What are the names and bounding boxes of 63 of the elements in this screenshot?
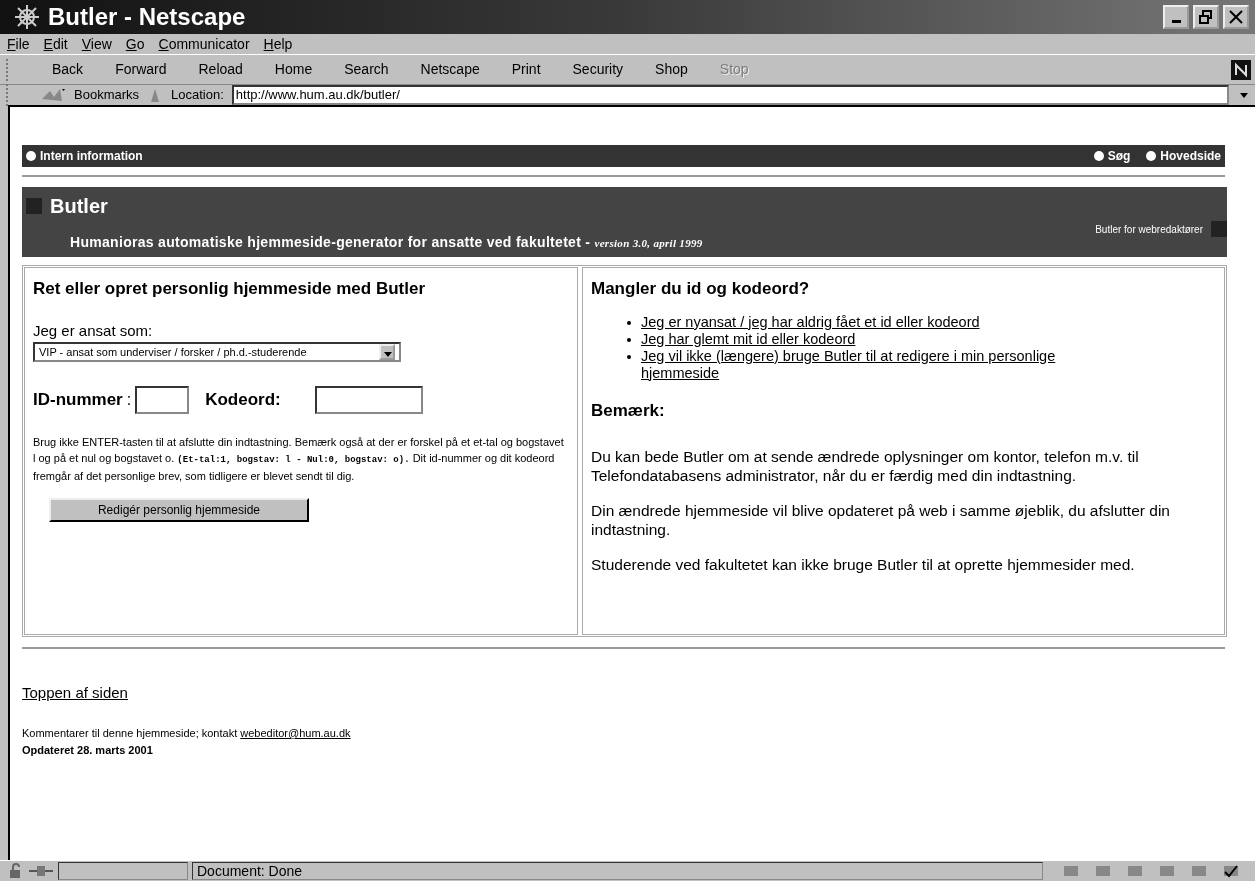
- nav-link[interactable]: Hovedside: [1146, 147, 1221, 165]
- toolbar-button[interactable]: Print: [499, 59, 553, 80]
- info-paragraph: Din ændrede hjemmeside vil blive opdateret på web i samme øjeblik, du afslutter din indtastning.: [591, 501, 1171, 539]
- restore-button[interactable]: [1193, 5, 1219, 29]
- bullet-icon: [627, 354, 631, 359]
- panel-heading: Ret eller opret personlig hjemmeside med Butler: [33, 278, 427, 300]
- panel-heading: Mangler du id og kodeord?: [591, 278, 811, 300]
- field-label: Jeg er ansat som:: [33, 320, 154, 341]
- field-label: ID-nummer: [33, 389, 123, 412]
- menu-item[interactable]: Go: [118, 33, 152, 55]
- menu-item[interactable]: Edit: [36, 33, 75, 55]
- minimize-icon: [1171, 20, 1181, 23]
- bookmarks-button[interactable]: Bookmarks: [74, 85, 140, 105]
- toolbar-button[interactable]: Reload: [186, 59, 255, 80]
- toolbar-button[interactable]: Shop: [643, 59, 700, 80]
- toolbar-button[interactable]: Netscape: [408, 59, 492, 80]
- editors-link[interactable]: Butler for webredaktører: [1095, 222, 1203, 237]
- status-text: Document: Done: [197, 862, 303, 879]
- employee-type-select[interactable]: VIP - ansat som underviser / forsker / ph.d.-studerende: [33, 342, 401, 362]
- url-field[interactable]: http://www.hum.au.dk/butler/: [231, 85, 1229, 105]
- window-title: Butler - Netscape: [48, 2, 246, 32]
- restore-icon: [1199, 10, 1213, 24]
- toolbar-button[interactable]: Search: [332, 59, 401, 80]
- toolbar-button[interactable]: Home: [262, 59, 325, 80]
- menu-item[interactable]: File: [0, 33, 37, 55]
- id-field[interactable]: [135, 386, 190, 414]
- toolbar-button[interactable]: Back: [40, 59, 96, 80]
- help-link[interactable]: Jeg er nyansat / jeg har aldrig fået et id eller kodeord: [641, 313, 980, 331]
- toolbar-button[interactable]: Security: [560, 59, 636, 80]
- page-title: Butler: [50, 194, 108, 219]
- minimize-button[interactable]: [1163, 5, 1189, 29]
- wheel-logo-icon: [14, 4, 40, 30]
- field-label: Kodeord:: [205, 389, 282, 412]
- info-paragraph: Du kan bede Butler om at sende ændrede oplysninger om kontor, telefon m.v. til Telefondatabasens administrator, når du er færdig med din indtastning.: [591, 447, 1140, 485]
- bullet-icon: [627, 337, 631, 342]
- info-paragraph: Studerende ved fakultetet kan ikke bruge Butler til at oprette hjemmesider med.: [591, 555, 1136, 574]
- bullet-icon: [627, 320, 631, 325]
- square-icon: [1211, 221, 1227, 237]
- nav-link[interactable]: Søg: [1093, 147, 1131, 165]
- top-link[interactable]: Toppen af siden: [22, 684, 128, 701]
- n-logo-icon: [1231, 59, 1251, 80]
- menu-item[interactable]: View: [74, 33, 119, 55]
- updated-text: Opdateret 28. marts 2001: [22, 742, 154, 758]
- close-button[interactable]: [1223, 5, 1249, 29]
- check-icon[interactable]: [1223, 863, 1239, 878]
- location-label: Location:: [171, 86, 224, 105]
- nav-link[interactable]: Intern information: [26, 147, 143, 165]
- connection-icon: [28, 863, 54, 878]
- menu-item[interactable]: Communicator: [151, 33, 257, 55]
- square-icon: [26, 198, 42, 214]
- help-link[interactable]: Jeg vil ikke (længere) bruge Butler til at redigere i min personlige hjemmeside: [641, 347, 1127, 382]
- password-field[interactable]: [315, 386, 424, 414]
- menu-item[interactable]: Help: [256, 33, 300, 55]
- toolbar-button[interactable]: Forward: [103, 59, 179, 80]
- page-subtitle: Humanioras automatiske hjemmeside-generator for ansatte ved fakultetet - version 3.0, april 1999: [70, 233, 703, 252]
- help-link[interactable]: Jeg har glemt mit id eller kodeord: [641, 330, 856, 348]
- instructions-paragraph: Brug ikke ENTER-tasten til at afslutte din indtastning. Bemærk også at der er forskel på et et-tal og bogstavet l og på et nul og bogstavet o. (Et-tal:1, bogstav: l - Nul:0, bogstav: o). Dit id-nummer og dit kodeord fremgår af det personlige brev, som tidligere er blevet sendt til dig.: [33, 435, 565, 484]
- comment-text: Kommentarer til denne hjemmeside; kontakt: [22, 727, 239, 739]
- section-heading: Bemærk:: [591, 399, 666, 422]
- edit-homepage-button[interactable]: Redigér personlig hjemmeside: [49, 498, 309, 522]
- email-link[interactable]: webeditor@hum.au.dk: [240, 727, 351, 739]
- colon-text: :: [126, 390, 132, 410]
- close-icon: [1229, 10, 1243, 24]
